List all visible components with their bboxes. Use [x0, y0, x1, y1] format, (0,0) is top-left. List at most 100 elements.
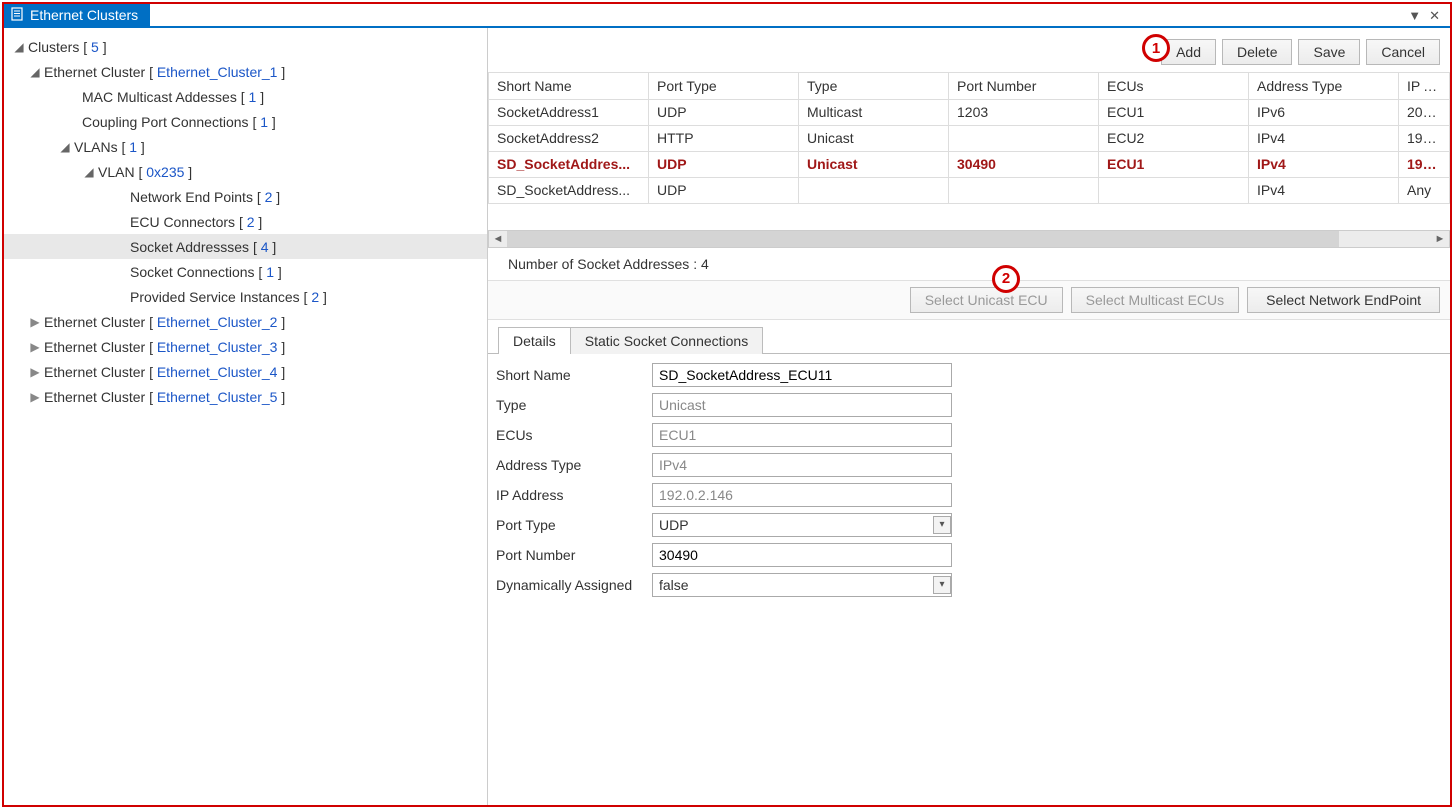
table-row[interactable]: SD_SocketAddress... UDP IPv4 Any	[489, 177, 1450, 203]
tree-label: Socket Connections	[130, 264, 255, 280]
caret-down-icon[interactable]: ◢	[12, 40, 26, 54]
field-address-type: Address Type	[492, 450, 1446, 480]
caret-down-icon[interactable]: ◢	[28, 65, 42, 79]
scroll-track[interactable]	[507, 231, 1431, 247]
tab-details[interactable]: Details	[498, 327, 571, 354]
tree-label: ECU Connectors	[130, 214, 235, 230]
dynamically-assigned-select[interactable]: false ▾	[652, 573, 952, 597]
cell: 192.0.2.	[1399, 125, 1450, 151]
cluster-link[interactable]: Ethernet_Cluster_2	[157, 314, 278, 330]
tree-ethernet-cluster-5[interactable]: ▶ Ethernet Cluster [ Ethernet_Cluster_5 …	[4, 384, 487, 409]
cluster-link[interactable]: Ethernet_Cluster_4	[157, 364, 278, 380]
tree-mac-multicast[interactable]: MAC Multicast Addesses [ 1 ]	[4, 84, 487, 109]
tree-label: Clusters	[28, 39, 79, 55]
cancel-button[interactable]: Cancel	[1366, 39, 1440, 65]
tree-label: Network End Points	[130, 189, 253, 205]
cell: Unicast	[799, 151, 949, 177]
table-row[interactable]: SocketAddress2 HTTP Unicast ECU2 IPv4 19…	[489, 125, 1450, 151]
table-row-selected[interactable]: SD_SocketAddres... UDP Unicast 30490 ECU…	[489, 151, 1450, 177]
tree-coupling-port[interactable]: Coupling Port Connections [ 1 ]	[4, 109, 487, 134]
caret-down-icon[interactable]: ◢	[58, 140, 72, 154]
minimize-icon[interactable]: ▼	[1408, 9, 1421, 22]
select-unicast-ecu-button[interactable]: Select Unicast ECU	[910, 287, 1063, 313]
cell: ECU1	[1099, 151, 1249, 177]
field-port-type: Port Type UDP ▾	[492, 510, 1446, 540]
tree-network-endpoints[interactable]: Network End Points [ 2 ]	[4, 184, 487, 209]
col-type[interactable]: Type	[799, 73, 949, 99]
field-ip-address: IP Address	[492, 480, 1446, 510]
cell	[1099, 177, 1249, 203]
select-value: false	[659, 577, 689, 593]
vlan-link[interactable]: 0x235	[146, 164, 184, 180]
tree-label: Coupling Port Connections	[82, 114, 249, 130]
caret-right-icon[interactable]: ▶	[28, 315, 42, 329]
tab-static-socket-connections[interactable]: Static Socket Connections	[570, 327, 763, 354]
ip-address-input	[652, 483, 952, 507]
tree-socket-addresses[interactable]: Socket Addressses [ 4 ]	[4, 234, 487, 259]
port-number-input[interactable]	[652, 543, 952, 567]
label: Port Type	[492, 517, 652, 533]
field-dynamically-assigned: Dynamically Assigned false ▾	[492, 570, 1446, 600]
field-short-name: Short Name	[492, 360, 1446, 390]
tree-provided-service-instances[interactable]: Provided Service Instances [ 2 ]	[4, 284, 487, 309]
horizontal-scrollbar[interactable]: ◄ ►	[488, 230, 1450, 248]
tree-root-clusters[interactable]: ◢ Clusters [ 5 ]	[4, 34, 487, 59]
delete-button[interactable]: Delete	[1222, 39, 1292, 65]
cell: UDP	[649, 99, 799, 125]
col-short-name[interactable]: Short Name	[489, 73, 649, 99]
label: Dynamically Assigned	[492, 577, 652, 593]
tree-ecu-connectors[interactable]: ECU Connectors [ 2 ]	[4, 209, 487, 234]
tree-ethernet-cluster-3[interactable]: ▶ Ethernet Cluster [ Ethernet_Cluster_3 …	[4, 334, 487, 359]
ecus-input	[652, 423, 952, 447]
cluster-link[interactable]: Ethernet_Cluster_3	[157, 339, 278, 355]
close-icon[interactable]: ✕	[1429, 9, 1440, 22]
cell: SocketAddress2	[489, 125, 649, 151]
scroll-thumb[interactable]	[507, 231, 1339, 247]
titlebar: Ethernet Clusters ▼ ✕	[4, 4, 1450, 28]
col-ecus[interactable]: ECUs	[1099, 73, 1249, 99]
cluster-link[interactable]: Ethernet_Cluster_5	[157, 389, 278, 405]
tree-socket-connections[interactable]: Socket Connections [ 1 ]	[4, 259, 487, 284]
label: Type	[492, 397, 652, 413]
add-button[interactable]: Add	[1161, 39, 1216, 65]
tree-label: Provided Service Instances	[130, 289, 300, 305]
scroll-left-icon[interactable]: ◄	[489, 231, 507, 247]
tree-ethernet-cluster-4[interactable]: ▶ Ethernet Cluster [ Ethernet_Cluster_4 …	[4, 359, 487, 384]
caret-down-icon[interactable]: ◢	[82, 165, 96, 179]
tree-vlans[interactable]: ◢ VLANs [ 1 ]	[4, 134, 487, 159]
caret-right-icon[interactable]: ▶	[28, 365, 42, 379]
caret-right-icon[interactable]: ▶	[28, 390, 42, 404]
table-header-row: Short Name Port Type Type Port Number EC…	[489, 73, 1450, 99]
tree-ethernet-cluster-2[interactable]: ▶ Ethernet Cluster [ Ethernet_Cluster_2 …	[4, 309, 487, 334]
cluster-link[interactable]: Ethernet_Cluster_1	[157, 64, 278, 80]
col-port-number[interactable]: Port Number	[949, 73, 1099, 99]
cell: ECU1	[1099, 99, 1249, 125]
caret-right-icon[interactable]: ▶	[28, 340, 42, 354]
app-window: Ethernet Clusters ▼ ✕ ◢ Clusters [ 5 ] ◢…	[2, 2, 1452, 807]
tree-label: Ethernet Cluster	[44, 64, 145, 80]
window-tab[interactable]: Ethernet Clusters	[4, 4, 150, 26]
type-input	[652, 393, 952, 417]
save-button[interactable]: Save	[1298, 39, 1360, 65]
tree-vlan[interactable]: ◢ VLAN [ 0x235 ]	[4, 159, 487, 184]
socket-address-table: Short Name Port Type Type Port Number EC…	[488, 72, 1450, 248]
col-address-type[interactable]: Address Type	[1249, 73, 1399, 99]
cell: Unicast	[799, 125, 949, 151]
scroll-right-icon[interactable]: ►	[1431, 231, 1449, 247]
select-network-endpoint-button[interactable]: Select Network EndPoint	[1247, 287, 1440, 313]
cell: Multicast	[799, 99, 949, 125]
table-row[interactable]: SocketAddress1 UDP Multicast 1203 ECU1 I…	[489, 99, 1450, 125]
chevron-down-icon: ▾	[933, 576, 951, 594]
col-ip-addr[interactable]: IP Addr	[1399, 73, 1450, 99]
short-name-input[interactable]	[652, 363, 952, 387]
cell: UDP	[649, 177, 799, 203]
tree-label: Ethernet Cluster	[44, 314, 145, 330]
cell: IPv6	[1249, 99, 1399, 125]
port-type-select[interactable]: UDP ▾	[652, 513, 952, 537]
cell	[799, 177, 949, 203]
toolbar: 1 Add Delete Save Cancel	[488, 28, 1450, 72]
tree-ethernet-cluster-1[interactable]: ◢ Ethernet Cluster [ Ethernet_Cluster_1 …	[4, 59, 487, 84]
col-port-type[interactable]: Port Type	[649, 73, 799, 99]
detail-tabs: Details Static Socket Connections	[488, 326, 1450, 353]
select-multicast-ecus-button[interactable]: Select Multicast ECUs	[1071, 287, 1239, 313]
